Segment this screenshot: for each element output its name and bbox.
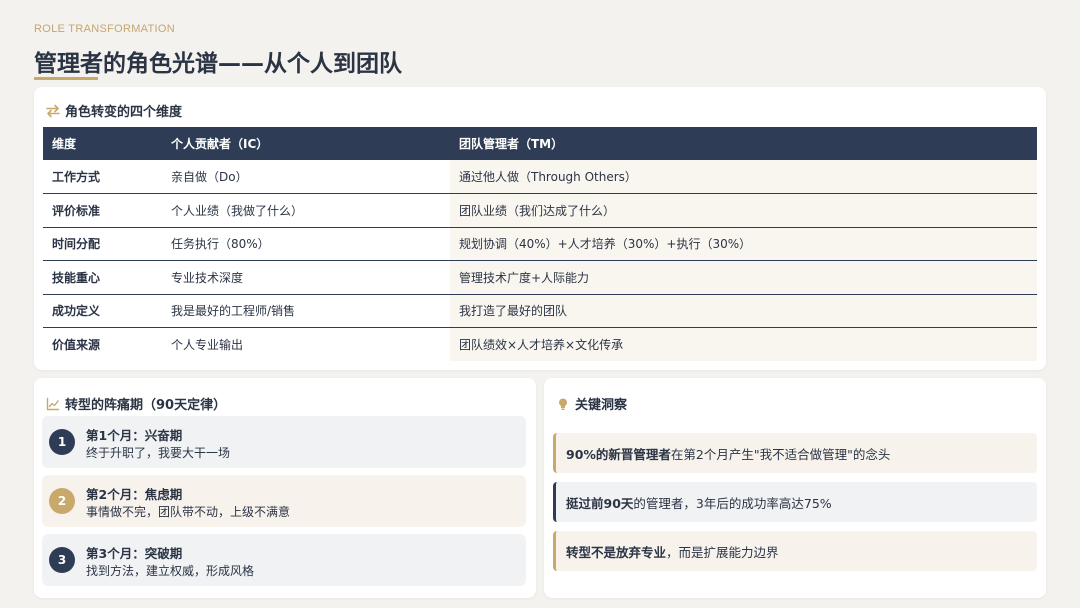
- role-dimensions-title: 角色转变的四个维度: [65, 105, 183, 120]
- column-header-ic: 个人贡献者（IC）: [162, 127, 450, 160]
- insight-text: 在第2个月产生"我不适合做管理"的念头: [670, 446, 891, 462]
- pain-period-card: 转型的阵痛期（90天定律） 1 第1个月：兴奋期 终于升职了，我要大干一场 2 …: [34, 378, 536, 598]
- insight-item: 挺过前90天的管理者，3年后的成功率高达75%: [553, 482, 1037, 522]
- table-cell-ic: 个人业绩（我做了什么）: [162, 193, 450, 228]
- table-cell-tm: 规划协调（40%）+人才培养（30%）+执行（30%）: [450, 227, 1037, 261]
- lightbulb-icon: [556, 397, 570, 411]
- table-cell-tm: 团队业绩（我们达成了什么）: [450, 193, 1037, 228]
- key-insights-card: 关键洞察 90%的新晋管理者在第2个月产生"我不适合做管理"的念头 挺过前90天…: [544, 378, 1046, 598]
- table-cell-ic: 我是最好的工程师/销售: [162, 294, 450, 328]
- line-chart-icon: [46, 397, 60, 411]
- insight-highlight: 挺过前90天: [566, 495, 634, 511]
- table-cell-tm: 团队绩效×人才培养×文化传承: [450, 327, 1037, 361]
- phase-number-badge: 2: [49, 488, 75, 514]
- slide: ROLE TRANSFORMATION 管理者的角色光谱——从个人到团队 角色转…: [0, 0, 1080, 608]
- role-dimensions-card: 角色转变的四个维度 维度 个人贡献者（IC） 团队管理者（TM） 工作方式 亲自…: [34, 87, 1046, 370]
- insight-highlight: 90%的新晋管理者: [566, 446, 671, 462]
- role-dimensions-header: 角色转变的四个维度: [46, 101, 182, 120]
- table-cell-dimension: 成功定义: [43, 294, 162, 328]
- insight-item: 转型不是放弃专业，而是扩展能力边界: [553, 531, 1037, 571]
- phase-description: 终于升职了，我要大干一场: [86, 446, 231, 460]
- insight-highlight: 转型不是放弃专业: [566, 544, 667, 560]
- table-cell-tm: 我打造了最好的团队: [450, 294, 1037, 328]
- table-row: 评价标准 个人业绩（我做了什么） 团队业绩（我们达成了什么）: [43, 193, 1037, 228]
- table-row: 时间分配 任务执行（80%） 规划协调（40%）+人才培养（30%）+执行（30…: [43, 227, 1037, 261]
- table-cell-ic: 亲自做（Do）: [162, 160, 450, 194]
- phase-title: 第1个月：兴奋期: [86, 428, 183, 443]
- insight-item: 90%的新晋管理者在第2个月产生"我不适合做管理"的念头: [553, 433, 1037, 473]
- phase-title: 第2个月：焦虑期: [86, 487, 183, 502]
- phase-description: 找到方法，建立权威，形成风格: [86, 564, 255, 578]
- table-row: 价值来源 个人专业输出 团队绩效×人才培养×文化传承: [43, 327, 1037, 361]
- role-dimensions-table: 维度 个人贡献者（IC） 团队管理者（TM） 工作方式 亲自做（Do） 通过他人…: [43, 127, 1037, 361]
- table-cell-ic: 专业技术深度: [162, 260, 450, 295]
- table-cell-dimension: 时间分配: [43, 227, 162, 261]
- column-header-dimension: 维度: [43, 127, 162, 160]
- table-cell-tm: 通过他人做（Through Others）: [450, 160, 1037, 194]
- table-cell-dimension: 价值来源: [43, 327, 162, 361]
- swap-arrows-icon: [46, 104, 60, 118]
- eyebrow-label: ROLE TRANSFORMATION: [34, 23, 175, 35]
- table-cell-dimension: 技能重心: [43, 260, 162, 295]
- table-header-row: 维度 个人贡献者（IC） 团队管理者（TM）: [43, 127, 1037, 160]
- pain-period-title: 转型的阵痛期（90天定律）: [65, 398, 227, 413]
- key-insights-title: 关键洞察: [575, 398, 628, 413]
- phase-item: 2 第2个月：焦虑期 事情做不完，团队带不动，上级不满意: [42, 475, 526, 527]
- title-underline: [34, 77, 98, 80]
- table-cell-dimension: 工作方式: [43, 160, 162, 194]
- table-cell-tm: 管理技术广度+人际能力: [450, 260, 1037, 295]
- table-row: 成功定义 我是最好的工程师/销售 我打造了最好的团队: [43, 294, 1037, 328]
- column-header-tm: 团队管理者（TM）: [450, 127, 1037, 160]
- phase-item: 3 第3个月：突破期 找到方法，建立权威，形成风格: [42, 534, 526, 586]
- phase-item: 1 第1个月：兴奋期 终于升职了，我要大干一场: [42, 416, 526, 468]
- table-row: 工作方式 亲自做（Do） 通过他人做（Through Others）: [43, 160, 1037, 194]
- phase-description: 事情做不完，团队带不动，上级不满意: [86, 505, 291, 519]
- key-insights-header: 关键洞察: [556, 394, 627, 413]
- insight-text: 的管理者，3年后的成功率高达75%: [633, 495, 832, 511]
- phase-number-badge: 3: [49, 547, 75, 573]
- insight-text: ，而是扩展能力边界: [666, 544, 779, 560]
- pain-period-header: 转型的阵痛期（90天定律）: [46, 394, 226, 413]
- table-cell-ic: 任务执行（80%）: [162, 227, 450, 261]
- page-title: 管理者的角色光谱——从个人到团队: [34, 51, 402, 77]
- table-cell-ic: 个人专业输出: [162, 327, 450, 361]
- table-cell-dimension: 评价标准: [43, 193, 162, 228]
- phase-number-badge: 1: [49, 429, 75, 455]
- table-row: 技能重心 专业技术深度 管理技术广度+人际能力: [43, 260, 1037, 295]
- phase-title: 第3个月：突破期: [86, 546, 183, 561]
